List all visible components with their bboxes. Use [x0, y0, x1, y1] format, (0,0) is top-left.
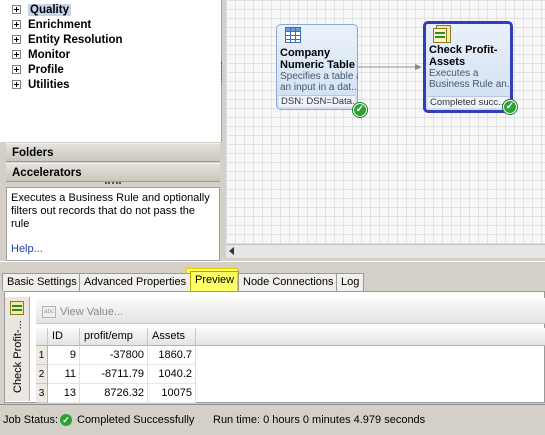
row-number: 2 [36, 365, 48, 384]
tree-item-profile[interactable]: Profile [12, 62, 64, 77]
accelerators-section-header[interactable]: Accelerators [6, 163, 220, 182]
tree-item-quality[interactable]: Quality [12, 2, 71, 17]
grid-header-filler [196, 328, 545, 346]
row-number: 3 [36, 384, 48, 403]
node-description-line: Specifies a table as [280, 71, 358, 82]
grid-cell[interactable]: 13 [48, 384, 80, 403]
run-time-text: Run time: 0 hours 0 minutes 4.979 second… [213, 414, 426, 426]
tree-item-enrichment[interactable]: Enrichment [12, 17, 91, 32]
tree-item-label: Enrichment [28, 18, 92, 31]
expand-icon[interactable] [12, 80, 21, 89]
node-title: Company Numeric Table [280, 47, 355, 71]
expand-icon[interactable] [12, 65, 21, 74]
expand-icon[interactable] [12, 50, 21, 59]
grid-cell[interactable]: -8711.79 [80, 365, 148, 384]
view-value-button[interactable]: abc View Value... [42, 303, 123, 320]
node-description-line: an input in a dat... [280, 82, 358, 93]
node-title: Check Profit-Assets [429, 44, 498, 68]
tree-panel: Quality Enrichment Entity Resolution Mon… [0, 0, 222, 142]
tab-basic-settings[interactable]: Basic Settings [2, 273, 82, 291]
success-check-icon: ✓ [503, 100, 517, 114]
preview-data-grid[interactable]: ID profit/emp Assets 1 9 -37800 1860.7 2… [36, 328, 545, 403]
expand-icon[interactable] [12, 5, 21, 14]
grid-cell[interactable]: 1040.2 [148, 365, 196, 384]
job-status-label: Job Status: [3, 414, 59, 426]
status-bar: Job Status: ✓ Completed Successfully Run… [0, 404, 545, 435]
tree-item-label: Entity Resolution [28, 33, 123, 46]
vertical-splitter-grip[interactable] [221, 62, 224, 82]
tree-item-utilities[interactable]: Utilities [12, 77, 70, 92]
view-value-label: View Value... [60, 305, 124, 318]
flow-canvas[interactable]: Company Numeric Table Specifies a table … [226, 0, 545, 244]
grid-cell[interactable]: 8726.32 [80, 384, 148, 403]
node-company-numeric-table[interactable]: Company Numeric Table Specifies a table … [276, 24, 367, 117]
tab-log[interactable]: Log [336, 273, 365, 291]
success-check-icon: ✓ [60, 414, 72, 426]
node-status: DSN: DSN=Data... [279, 95, 355, 107]
description-text: Executes a Business Rule and optionally … [11, 192, 210, 230]
row-number: 1 [36, 346, 48, 365]
column-header[interactable]: Assets [148, 328, 196, 346]
grid-cell[interactable]: 10075 [148, 384, 196, 403]
expand-icon[interactable] [12, 35, 21, 44]
tree-item-monitor[interactable]: Monitor [12, 47, 70, 62]
table-icon [285, 27, 301, 46]
tab-advanced-properties[interactable]: Advanced Properties [79, 273, 192, 291]
grid-corner [36, 328, 48, 346]
job-status-value: Completed Successfully [77, 414, 195, 426]
tab-preview[interactable]: Preview [190, 271, 240, 292]
description-panel: Executes a Business Rule and optionally … [6, 187, 220, 261]
tree-item-label: Monitor [28, 48, 71, 61]
grid-cell[interactable]: 11 [48, 365, 80, 384]
preview-node-label: Check Profit-... [12, 320, 24, 393]
node-description-line: Business Rule an... [429, 79, 513, 90]
properties-tab-bar: Basic Settings Advanced Properties Previ… [0, 271, 545, 292]
tree-item-entity-resolution[interactable]: Entity Resolution [12, 32, 123, 47]
node-check-profit-assets[interactable]: Check Profit-Assets Executes a Business … [423, 21, 517, 114]
scroll-left-arrow-icon[interactable] [229, 247, 234, 255]
column-header[interactable]: ID [48, 328, 80, 346]
tree-item-label: Quality [28, 3, 71, 16]
business-rule-icon [10, 301, 24, 318]
node-status: Completed succ... [428, 96, 508, 108]
grid-cell[interactable]: 1860.7 [148, 346, 196, 365]
grid-cell[interactable]: -37800 [80, 346, 148, 365]
column-header[interactable]: profit/emp [80, 328, 148, 346]
business-rule-icon [433, 25, 451, 46]
grid-cell[interactable]: 9 [48, 346, 80, 365]
horizontal-splitter-grip[interactable] [105, 182, 121, 185]
view-value-icon: abc [42, 305, 56, 318]
folders-section-header[interactable]: Folders [6, 143, 220, 162]
node-description-line: Executes a [429, 68, 479, 79]
tab-node-connections[interactable]: Node Connections [238, 273, 339, 291]
help-link[interactable]: Help... [11, 243, 43, 256]
panel-splitter[interactable] [0, 261, 545, 269]
tree-item-label: Utilities [28, 78, 70, 91]
tree-item-label: Profile [28, 63, 64, 76]
expand-icon[interactable] [12, 20, 21, 29]
canvas-horizontal-scrollbar[interactable] [226, 244, 545, 258]
success-check-icon: ✓ [353, 103, 367, 117]
